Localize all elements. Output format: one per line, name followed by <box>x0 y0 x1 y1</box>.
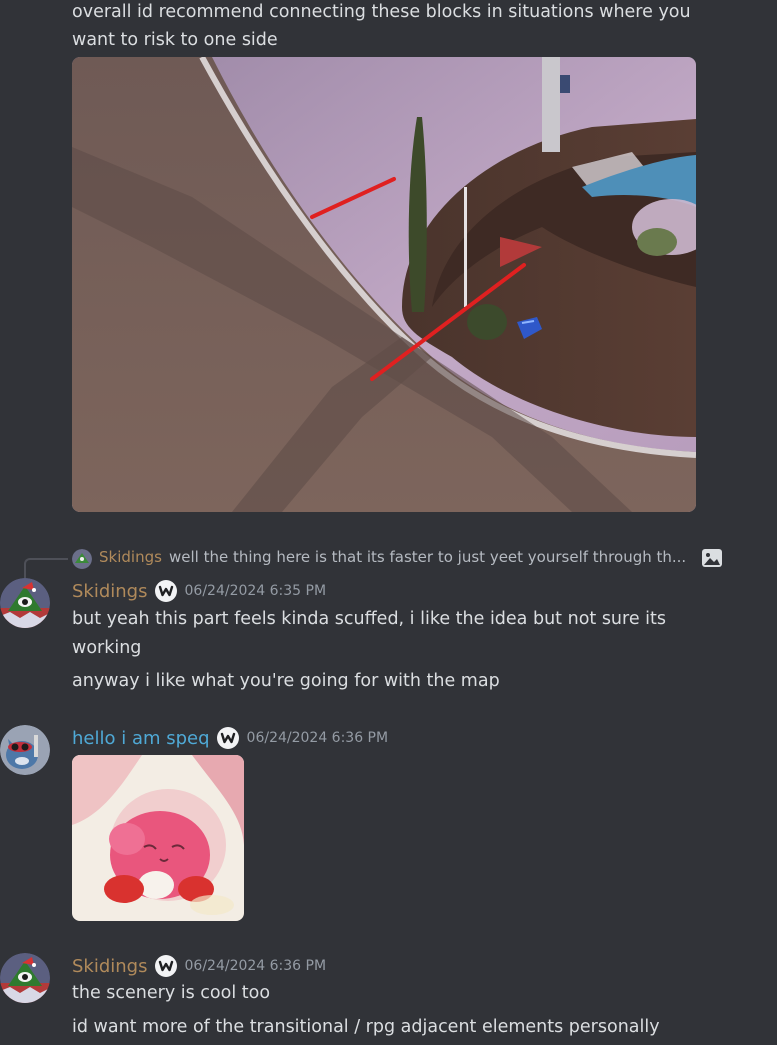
username[interactable]: hello i am speq <box>72 728 210 749</box>
message-text-line: but yeah this part feels kinda scuffed, … <box>72 609 667 629</box>
server-tag-badge-icon[interactable] <box>154 579 178 603</box>
username[interactable]: Skidings <box>72 956 148 977</box>
timestamp: 06/24/2024 6:35 PM <box>184 583 327 599</box>
reply-spine <box>24 558 68 578</box>
image-icon <box>701 547 723 569</box>
speq-avatar-icon <box>0 725 50 775</box>
message-text-line: the scenery is cool too <box>72 983 271 1003</box>
game-screenshot-attachment[interactable] <box>72 57 696 512</box>
timestamp: 06/24/2024 6:36 PM <box>184 958 327 974</box>
message-header: hello i am speq 06/24/2024 6:36 PM <box>72 724 388 752</box>
kirby-image <box>72 755 244 921</box>
reply-avatar[interactable] <box>72 549 92 569</box>
reply-text[interactable]: well the thing here is that its faster t… <box>169 548 697 566</box>
username[interactable]: Skidings <box>72 581 148 602</box>
chat-log: overall id recommend connecting these bl… <box>0 0 777 1045</box>
avatar[interactable] <box>0 953 50 1003</box>
server-tag-badge-icon[interactable] <box>154 954 178 978</box>
skidings-avatar-icon <box>72 549 92 569</box>
message-text-line: working <box>72 638 142 658</box>
skidings-avatar-icon <box>0 953 50 1003</box>
message-text-line: want to risk to one side <box>72 30 278 50</box>
avatar[interactable] <box>0 578 50 628</box>
reply-preview[interactable]: Skidings well the thing here is that its… <box>24 545 744 578</box>
image-attachment[interactable] <box>72 755 244 921</box>
skidings-avatar-icon <box>0 578 50 628</box>
message-text-line: anyway i like what you're going for with… <box>72 671 500 691</box>
message-header: Skidings 06/24/2024 6:35 PM <box>72 577 326 605</box>
game-screenshot-image <box>72 57 696 512</box>
message-text-line: id want more of the transitional / rpg a… <box>72 1017 660 1037</box>
message-header: Skidings 06/24/2024 6:36 PM <box>72 952 326 980</box>
timestamp: 06/24/2024 6:36 PM <box>246 730 389 746</box>
reply-author[interactable]: Skidings <box>99 548 162 566</box>
avatar[interactable] <box>0 725 50 775</box>
server-tag-badge-icon[interactable] <box>216 726 240 750</box>
message-text-line: overall id recommend connecting these bl… <box>72 2 691 22</box>
